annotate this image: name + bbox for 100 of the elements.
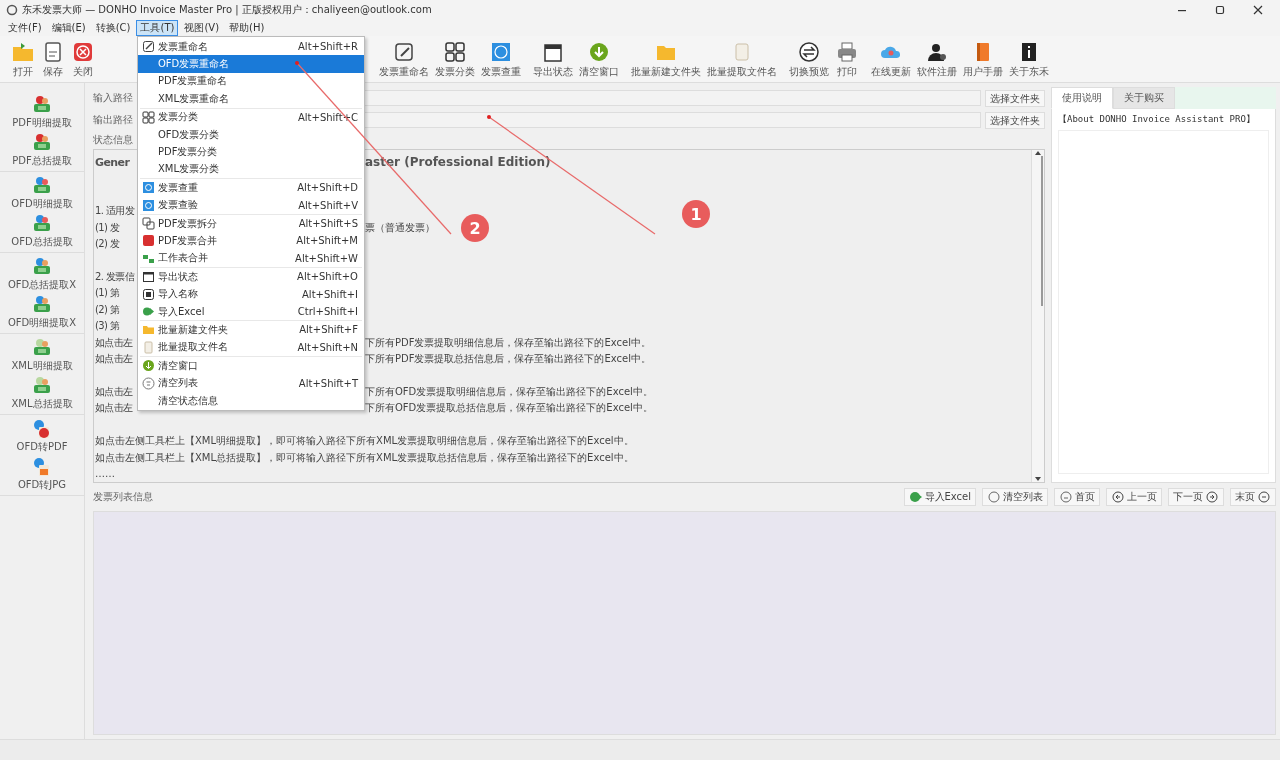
sidebar-item[interactable]: OFD总括提取: [0, 212, 84, 250]
text-line: 如点击左: [95, 335, 134, 350]
tab[interactable]: 关于购买: [1113, 87, 1175, 109]
menu-item[interactable]: 视图(V): [180, 20, 224, 36]
menu-item[interactable]: PDF发票拆分 Alt+Shift+S: [138, 214, 364, 233]
toolbar-button[interactable]: 发票分类: [432, 37, 478, 81]
globe-icon: [141, 181, 155, 195]
toolbar-button[interactable]: 批量提取文件名: [704, 37, 780, 81]
list-button[interactable]: 清空列表: [982, 488, 1048, 506]
swap-icon: [797, 39, 821, 64]
sidebar-item[interactable]: XML明细提取: [0, 336, 84, 374]
text-line: Gener: [95, 155, 131, 169]
toolbar-button[interactable]: 批量新建文件夹: [628, 37, 704, 81]
excel-icon: [908, 491, 923, 503]
menu-item[interactable]: 编辑(E): [47, 20, 90, 36]
toolbar-button[interactable]: 打印: [832, 37, 862, 81]
clear-icon: [141, 376, 155, 390]
home-icon: [1059, 491, 1073, 503]
sidebar-item[interactable]: OFD转PDF: [0, 417, 84, 455]
sidebar-item[interactable]: XML总括提取: [0, 374, 84, 412]
field-label: 输入路径: [93, 91, 133, 105]
menu-item[interactable]: 发票查验 Alt+Shift+V: [138, 196, 364, 214]
grid-icon: [443, 39, 467, 64]
menu-item[interactable]: 导入Excel Ctrl+Shift+I: [138, 302, 364, 321]
menu-item[interactable]: XML发票重命名: [138, 90, 364, 108]
sidebar-item[interactable]: PDF总括提取: [0, 131, 84, 169]
globe-icon: [141, 198, 155, 212]
list-button[interactable]: 末页: [1230, 488, 1276, 506]
list-button[interactable]: 导入Excel: [903, 488, 976, 506]
toolbar-button[interactable]: 发票查重: [478, 37, 524, 81]
image-icon: [141, 287, 155, 301]
menu-item[interactable]: 转换(C): [91, 20, 135, 36]
menu-item[interactable]: PDF发票重命名: [138, 72, 364, 91]
arrow-left-icon: [1111, 491, 1125, 503]
arrow-right-icon: [1205, 491, 1219, 503]
menu-item[interactable]: OFD发票分类: [138, 125, 364, 144]
choose-folder-button[interactable]: 选择文件夹: [985, 89, 1045, 107]
menu-item[interactable]: XML发票分类: [138, 160, 364, 179]
text-line: (2) 第: [95, 302, 121, 317]
toolbar-button[interactable]: 用户手册: [960, 37, 1006, 81]
clear-icon: [987, 491, 1001, 503]
text-line: (1) 第: [95, 286, 121, 301]
window-title: 东禾发票大师 — DONHO Invoice Master Pro | 正版授权用户：chaliyeen@outlook.com: [22, 3, 433, 17]
menu-item[interactable]: PDF发票合并 Alt+Shift+M: [138, 232, 364, 250]
menu-item[interactable]: 清空列表 Alt+Shift+T: [138, 374, 364, 392]
menu-item[interactable]: 批量新建文件夹 Alt+Shift+F: [138, 321, 364, 339]
menu-item[interactable]: 发票重命名 Alt+Shift+R: [138, 38, 364, 56]
text-line: 如点击左侧工具栏上【XML明细提取】，即可将输入路径下所有XML发票提取明细信息后，保存至输出路径下的Excel中。: [95, 434, 634, 449]
section-label: 发票列表信息: [93, 490, 153, 504]
sidebar-item[interactable]: OFD总括提取X: [0, 255, 84, 293]
close-icon: [1252, 4, 1264, 16]
toolbar-button[interactable]: 关于东禾: [1006, 37, 1052, 81]
printer-icon: [835, 39, 859, 64]
toolbar-button[interactable]: 切换预览: [786, 37, 832, 81]
list-button[interactable]: 上一页: [1106, 488, 1162, 506]
toolbar-button[interactable]: 软件注册: [914, 37, 960, 81]
sidebar-item[interactable]: OFD明细提取: [0, 174, 84, 212]
text-line: 如点击左: [95, 401, 134, 416]
text-line: 如点击左: [95, 352, 134, 367]
text-line: 票（普通发票）: [365, 220, 435, 235]
text-line: 1. 适用发: [95, 204, 136, 219]
menu-item[interactable]: 清空状态信息: [138, 391, 364, 410]
toolbar-button[interactable]: 清空窗口: [576, 37, 622, 81]
maximize-icon: [1214, 4, 1226, 16]
choose-folder-button[interactable]: 选择文件夹: [985, 111, 1045, 129]
tab[interactable]: 使用说明: [1051, 87, 1113, 109]
menu-item[interactable]: 工作表合并 Alt+Shift+W: [138, 249, 364, 268]
app-logo-icon: [6, 4, 18, 16]
document-icon: [141, 234, 155, 248]
sidebar-item[interactable]: OFD明细提取X: [0, 293, 84, 331]
menu-item[interactable]: 清空窗口: [138, 357, 364, 375]
text-line: 2. 发票信: [95, 270, 136, 285]
menu-item[interactable]: 导入名称 Alt+Shift+I: [138, 285, 364, 303]
list-button[interactable]: 首页: [1054, 488, 1100, 506]
toolbar-button[interactable]: 发票重命名: [376, 37, 432, 81]
list-button[interactable]: 下一页: [1168, 488, 1224, 506]
section-label: 状态信息: [93, 133, 133, 147]
calendar-icon: [141, 270, 155, 284]
text-line: 下所有OFD发票提取明细信息后，保存至输出路径下的Excel中。: [365, 384, 653, 399]
scroll-down-icon: [1034, 476, 1042, 482]
menu-item[interactable]: 文件(F): [4, 20, 46, 36]
sidebar-item[interactable]: OFD转JPG: [0, 455, 84, 493]
menu-item[interactable]: 发票查重 Alt+Shift+D: [138, 179, 364, 197]
toolbar-button[interactable]: 关闭: [68, 37, 98, 81]
toolbar-button[interactable]: 导出状态: [530, 37, 576, 81]
sidebar-item[interactable]: PDF明细提取: [0, 93, 84, 131]
menu-item[interactable]: 帮助(H): [225, 20, 269, 36]
menu-item[interactable]: 工具(T): [136, 20, 179, 36]
menu-item[interactable]: OFD发票重命名: [138, 55, 364, 73]
copy-icon: [141, 217, 155, 231]
grid-icon: [141, 110, 155, 124]
scrollbar[interactable]: [1031, 150, 1044, 482]
text-line: ……: [95, 468, 115, 480]
toolbar-button[interactable]: 保存: [38, 37, 68, 81]
menu-item[interactable]: PDF发票分类: [138, 143, 364, 161]
menu-item[interactable]: 导出状态 Alt+Shift+O: [138, 268, 364, 286]
toolbar-button[interactable]: 打开: [8, 37, 38, 81]
arrow-right-icon: [1257, 491, 1271, 503]
menu-item[interactable]: 批量提取文件名 Alt+Shift+N: [138, 338, 364, 357]
toolbar-button[interactable]: 在线更新: [868, 37, 914, 81]
